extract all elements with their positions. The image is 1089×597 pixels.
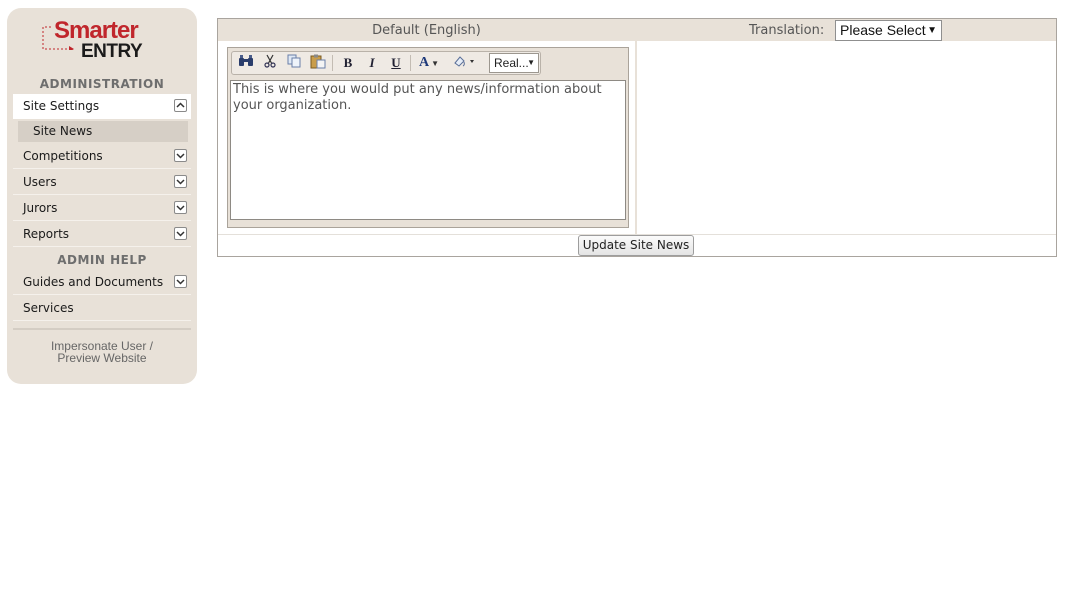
chevron-down-icon[interactable]: [174, 275, 187, 288]
cut-icon[interactable]: [260, 54, 280, 72]
sidebar-item-label: Users: [23, 175, 57, 189]
font-family-dropdown[interactable]: Real... ▼: [489, 53, 539, 73]
sidebar-item-reports[interactable]: Reports: [13, 222, 191, 247]
administration-heading: ADMINISTRATION: [39, 77, 165, 91]
smarter-entry-logo[interactable]: Smarter ENTRY: [41, 18, 151, 74]
sidebar-item-guides-and-documents[interactable]: Guides and Documents: [13, 270, 191, 295]
sidebar-item-label: Site Settings: [23, 99, 100, 113]
translation-label: Translation:: [749, 23, 825, 38]
default-language-heading: Default (English): [218, 19, 635, 41]
font-family-value: Real...: [494, 56, 529, 70]
copy-icon[interactable]: [284, 54, 304, 72]
sidebar-item-competitions[interactable]: Competitions: [13, 144, 191, 169]
chevron-down-icon[interactable]: [174, 227, 187, 240]
update-site-news-button[interactable]: Update Site News: [578, 235, 694, 256]
sidebar-divider: [13, 328, 191, 330]
column-divider: [635, 19, 637, 234]
sidebar-item-site-settings[interactable]: Site Settings: [13, 94, 191, 119]
sidebar-subitem-site-news[interactable]: Site News: [18, 121, 188, 142]
toolbar-separator: [332, 55, 333, 71]
chevron-down-icon[interactable]: [174, 149, 187, 162]
chevron-down-icon[interactable]: [174, 175, 187, 188]
translation-select[interactable]: Please Select ▼: [835, 20, 942, 41]
sidebar-item-jurors[interactable]: Jurors: [13, 196, 191, 221]
underline-icon[interactable]: U: [386, 54, 406, 72]
chevron-down-icon[interactable]: [174, 201, 187, 214]
font-color-icon[interactable]: A ▼: [416, 54, 442, 72]
sidebar-item-label: Reports: [23, 227, 70, 241]
binoculars-icon[interactable]: [236, 54, 256, 72]
editor-toolbar: B I U A ▼ Real... ▼: [231, 51, 541, 75]
news-content-editor[interactable]: This is where you would put any news/inf…: [230, 80, 626, 220]
sidebar-item-label: Jurors: [23, 201, 58, 215]
sidebar-item-label: Guides and Documents: [23, 275, 164, 289]
sidebar: Smarter ENTRY ADMINISTRATION Site Settin…: [7, 8, 197, 384]
impersonate-line-2: Preview Website: [57, 351, 147, 365]
sidebar-item-users[interactable]: Users: [13, 170, 191, 195]
paste-icon[interactable]: [308, 54, 328, 72]
dropdown-arrow-icon: ▼: [527, 58, 535, 67]
dropdown-arrow-icon: ▼: [927, 25, 937, 36]
admin-help-heading: ADMIN HELP: [57, 253, 147, 267]
impersonate-user-link[interactable]: Impersonate User / Preview Website: [7, 340, 197, 364]
logo-entry-text: ENTRY: [81, 41, 143, 62]
translation-select-value: Please Select: [840, 22, 926, 38]
bold-icon[interactable]: B: [338, 54, 358, 72]
highlight-icon[interactable]: [450, 54, 478, 72]
sidebar-item-services[interactable]: Services: [13, 296, 191, 321]
sidebar-item-label: Competitions: [23, 149, 103, 163]
translation-header: Translation: Please Select ▼: [637, 19, 1056, 41]
chevron-up-icon[interactable]: [174, 99, 187, 112]
site-news-panel: Default (English) Translation: Please Se…: [217, 18, 1057, 257]
italic-icon[interactable]: I: [362, 54, 382, 72]
toolbar-separator: [410, 55, 411, 71]
rich-text-editor: B I U A ▼ Real... ▼ This is where you wou…: [227, 47, 629, 228]
sidebar-item-label: Services: [23, 301, 74, 315]
